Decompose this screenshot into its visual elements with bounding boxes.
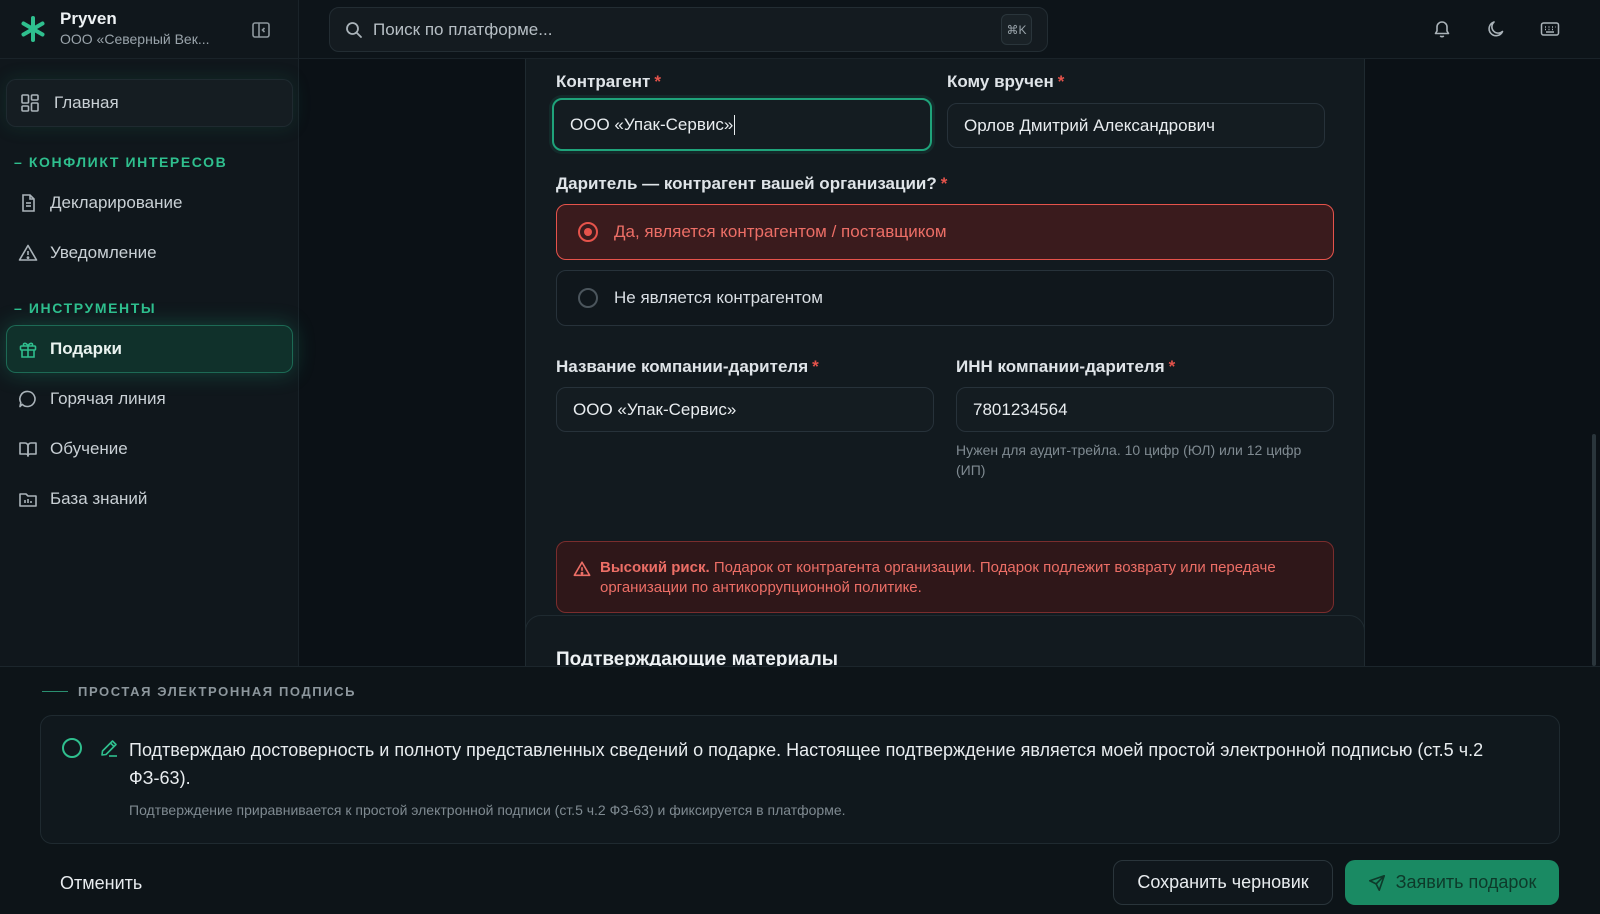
sidebar-item-label: Обучение (50, 439, 128, 458)
sidebar-item-label: Главная (54, 93, 119, 112)
sidebar-item-knowledge-base[interactable]: База знаний (6, 475, 293, 523)
radio-selected-icon (578, 222, 598, 242)
sidebar-collapse-icon[interactable] (251, 20, 271, 40)
company-name-field[interactable]: ООО «Упак-Сервис» (556, 387, 934, 432)
asterisk-logo-icon (21, 16, 45, 42)
esign-section-label: ПРОСТАЯ ЭЛЕКТРОННАЯ ПОДПИСЬ (78, 684, 357, 699)
sidebar-item-label: Декларирование (50, 193, 183, 212)
counterparty-value: ООО «Упак-Сервис» (570, 114, 734, 134)
inn-field[interactable]: 7801234564 (956, 387, 1334, 432)
search-icon (346, 22, 362, 38)
option-not-counterparty[interactable]: Не является контрагентом (556, 270, 1334, 326)
sidebar-item-hotline[interactable]: Горячая линия (6, 375, 293, 423)
company-name-value: ООО «Упак-Сервис» (573, 399, 737, 419)
sidebar-item-training[interactable]: Обучение (6, 425, 293, 473)
high-risk-alert: Высокий риск. Подарок от контрагента орг… (556, 541, 1334, 613)
inn-label: ИНН компании-дарителя * (956, 357, 1176, 376)
esign-confirmation[interactable]: Подтверждаю достоверность и полноту пред… (40, 715, 1560, 844)
main-content: Контрагент * ООО «Упак-Сервис» Кому вруче… (299, 59, 1600, 666)
counterparty-label: Контрагент * (556, 72, 661, 91)
radio-empty-icon (578, 288, 598, 308)
submit-gift-button[interactable]: Заявить подарок (1345, 860, 1559, 905)
required-mark: * (812, 357, 819, 376)
inn-hint: Нужен для аудит-трейла. 10 цифр (ЮЛ) или… (956, 442, 1302, 478)
counterparty-question: Даритель — контрагент вашей организации?… (556, 174, 948, 193)
section-conflict-of-interest[interactable]: – КОНФЛИКТ ИНТЕРЕСОВ (14, 154, 227, 170)
main-scrollbar[interactable] (1592, 434, 1596, 666)
section-title: КОНФЛИКТ ИНТЕРЕСОВ (28, 154, 228, 170)
sidebar-item-label: Горячая линия (50, 389, 166, 408)
sidebar-item-declaration[interactable]: Декларирование (6, 179, 293, 227)
recipient-value: Орлов Дмитрий Александрович (964, 115, 1215, 135)
gift-icon (19, 342, 37, 358)
moon-icon[interactable] (1486, 19, 1506, 39)
gift-form-card: Контрагент * ООО «Упак-Сервис» Кому вруче… (525, 59, 1365, 645)
option-is-counterparty[interactable]: Да, является контрагентом / поставщиком (556, 204, 1334, 260)
recipient-field[interactable]: Орлов Дмитрий Александрович (947, 103, 1325, 148)
keyboard-icon[interactable] (1540, 19, 1560, 39)
folder-chart-icon (19, 493, 37, 507)
alert-title: Высокий риск. (600, 559, 710, 576)
collapse-dash-icon: – (14, 154, 24, 170)
cancel-button[interactable]: Отменить (60, 873, 142, 894)
save-draft-label: Сохранить черновик (1137, 872, 1309, 892)
warning-triangle-icon (18, 244, 38, 261)
shortcut-badge: ⌘K (1001, 14, 1032, 45)
inn-value: 7801234564 (973, 399, 1068, 419)
brand-header: Pryven ООО «Северный Век... (0, 0, 299, 59)
supporting-materials-card: Подтверждающие материалы (525, 615, 1365, 666)
save-draft-button[interactable]: Сохранить черновик (1113, 860, 1333, 905)
sidebar-item-label: Уведомление (50, 243, 157, 262)
signature-footer: ПРОСТАЯ ЭЛЕКТРОННАЯ ПОДПИСЬ Подтверждаю … (0, 666, 1600, 914)
pen-icon (101, 740, 117, 757)
section-title: ИНСТРУМЕНТЫ (28, 300, 157, 316)
required-mark: * (654, 72, 661, 91)
collapse-dash-icon: – (14, 300, 24, 316)
open-book-icon (19, 442, 37, 457)
top-bar: Поиск по платформе... ⌘K (299, 0, 1600, 59)
sidebar-item-label: Подарки (50, 339, 122, 358)
counterparty-field[interactable]: ООО «Упак-Сервис» (552, 98, 932, 151)
section-divider (42, 691, 68, 692)
send-icon (1368, 874, 1385, 891)
submit-gift-label: Заявить подарок (1395, 872, 1537, 892)
supporting-materials-title: Подтверждающие материалы (556, 649, 839, 666)
required-mark: * (1057, 72, 1065, 91)
search-input[interactable]: Поиск по платформе... ⌘K (329, 7, 1048, 52)
dashboard-grid-icon (21, 94, 39, 112)
section-tools[interactable]: – ИНСТРУМЕНТЫ (14, 300, 156, 316)
search-placeholder: Поиск по платформе... (373, 20, 553, 39)
sidebar-item-label: База знаний (50, 489, 148, 508)
sidebar-item-gifts[interactable]: Подарки (6, 325, 293, 373)
esign-statement: Подтверждаю достоверность и полноту пред… (129, 740, 1484, 788)
esign-checkbox[interactable] (62, 738, 82, 758)
required-mark: * (940, 174, 948, 193)
organization-name[interactable]: ООО «Северный Век... (60, 31, 232, 47)
bell-icon[interactable] (1432, 19, 1452, 39)
required-mark: * (1168, 357, 1176, 376)
sidebar-item-home[interactable]: Главная (6, 79, 293, 127)
recipient-label: Кому вручен * (947, 72, 1065, 91)
option-label: Не является контрагентом (614, 288, 823, 307)
company-name-label: Название компании-дарителя * (556, 357, 819, 376)
chat-bubble-icon (19, 390, 36, 408)
brand-name: Pryven (60, 9, 117, 28)
esign-note: Подтверждение приравнивается к простой э… (129, 802, 846, 818)
sidebar-item-notification[interactable]: Уведомление (6, 229, 293, 277)
text-caret (734, 114, 736, 135)
document-icon (22, 194, 35, 212)
alert-message: Высокий риск. Подарок от контрагента орг… (600, 558, 1300, 598)
option-label: Да, является контрагентом / поставщиком (614, 222, 947, 241)
warning-triangle-icon (573, 561, 591, 577)
